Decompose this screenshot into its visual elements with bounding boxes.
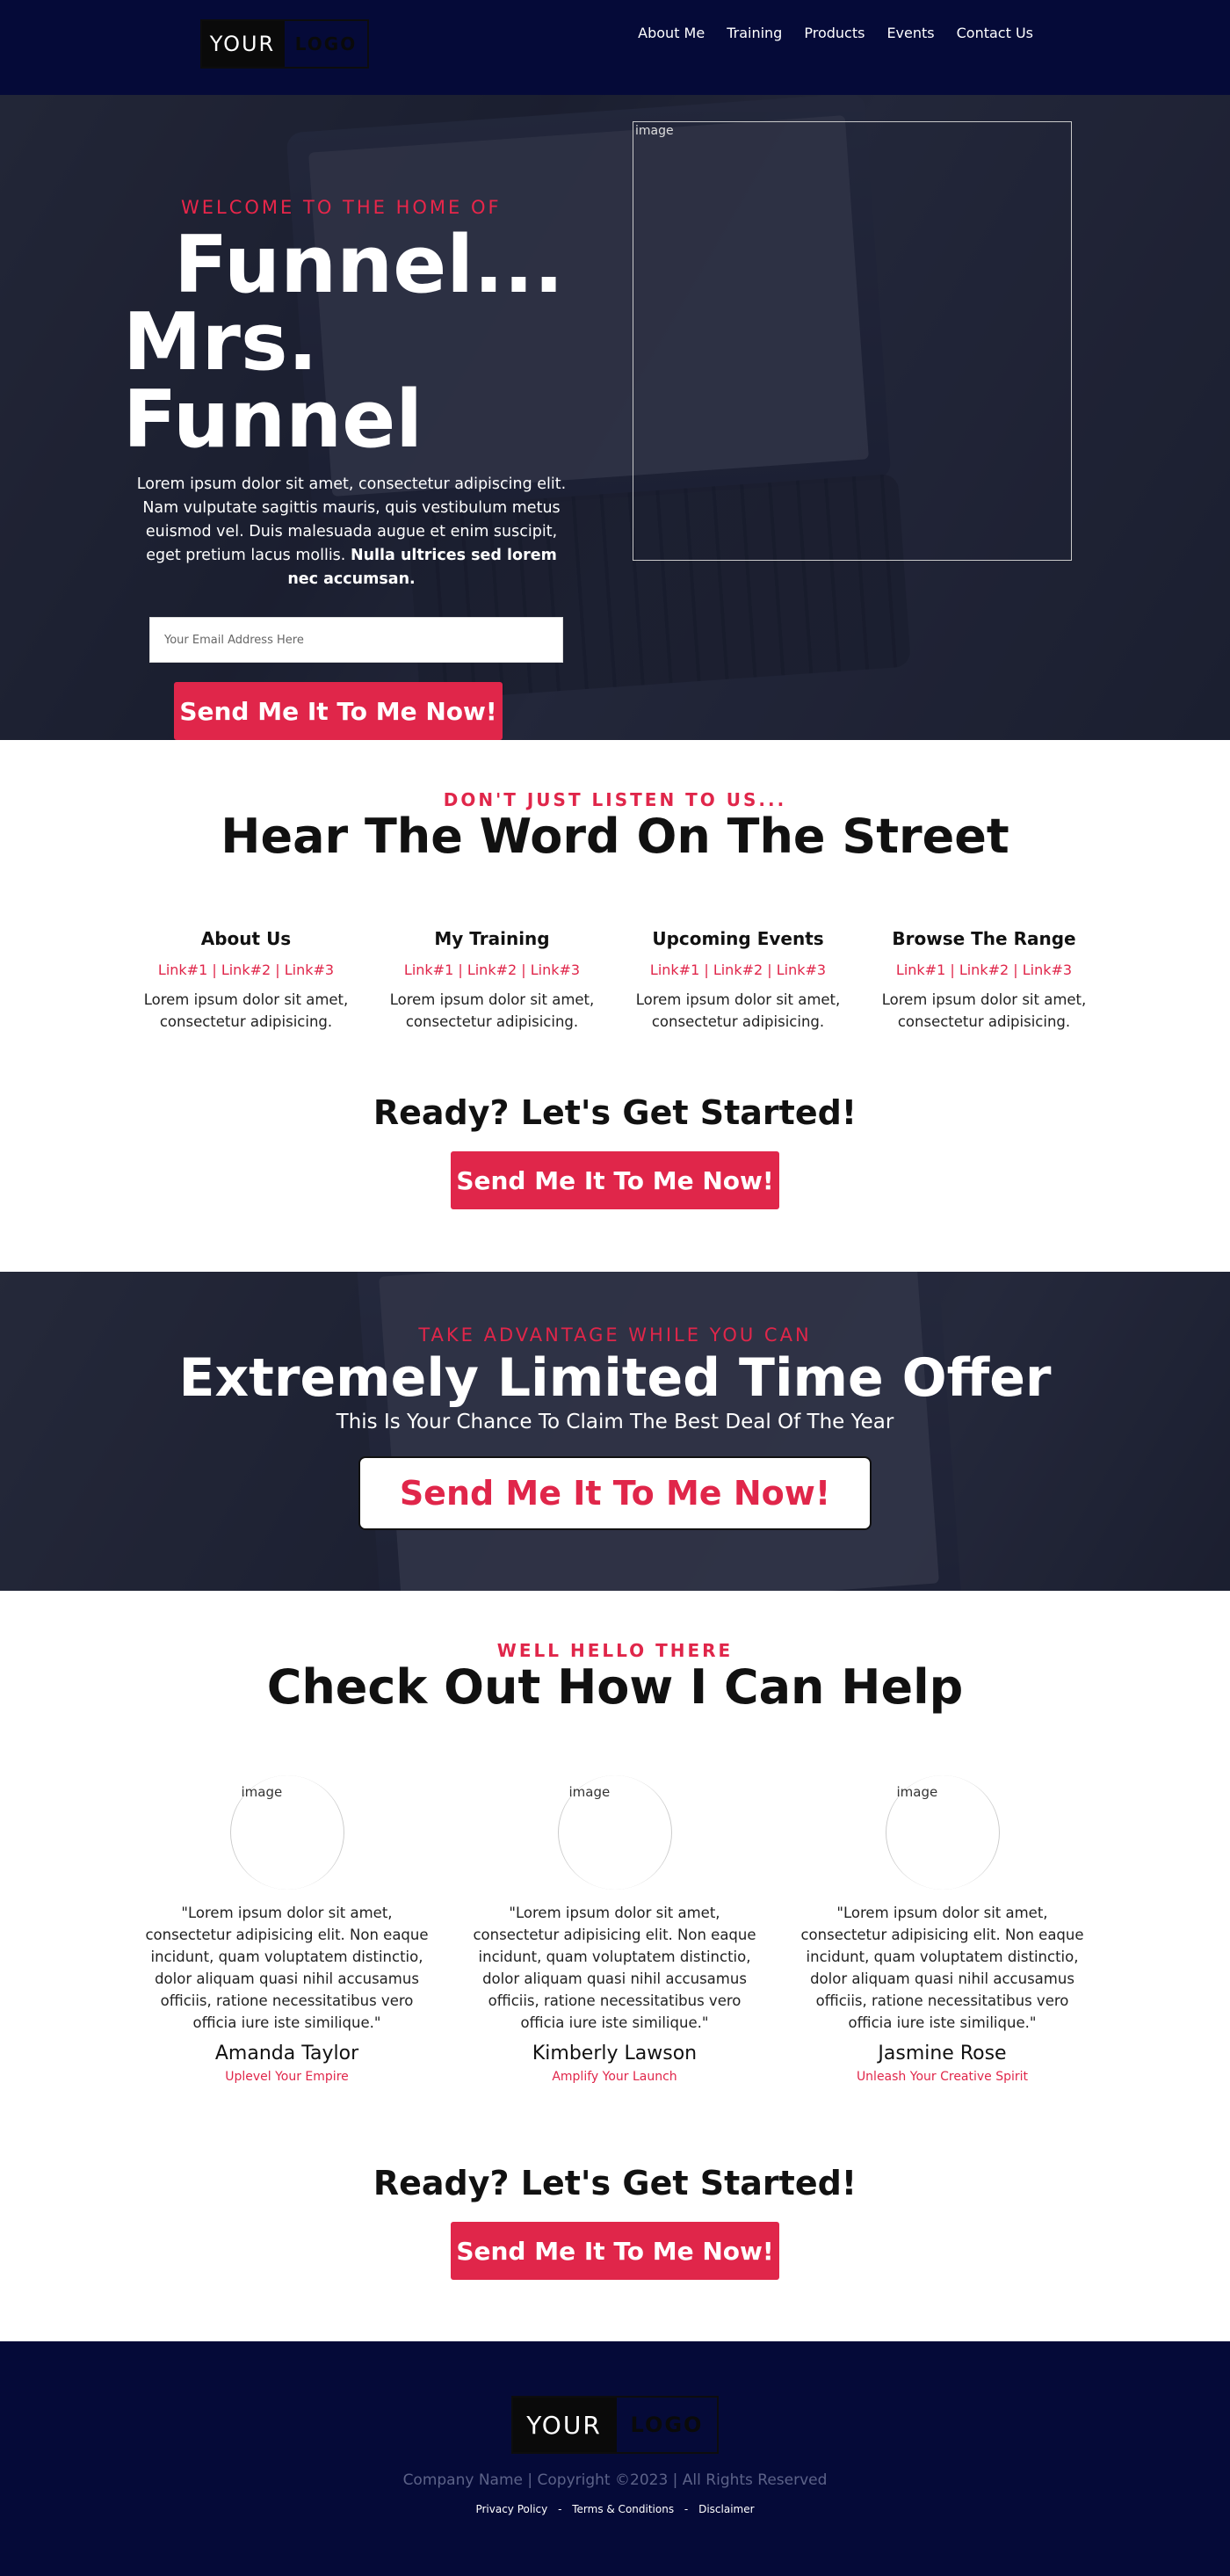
testimonial-avatar: image <box>885 1775 1000 1890</box>
testimonial-columns: image "Lorem ipsum dolor sit amet, conse… <box>123 1775 1107 2084</box>
feature-title: Upcoming Events <box>652 928 824 949</box>
feature-columns: About Us Link#1 | Link#2 | Link#3 Lorem … <box>123 928 1107 1033</box>
help-cta-button[interactable]: Send Me It To Me Now! <box>451 2222 779 2280</box>
testimonial-quote: "Lorem ipsum dolor sit amet, consectetur… <box>473 1905 756 2031</box>
hero-title-line2: Mrs. <box>123 296 318 388</box>
hero-section: WELCOME TO THE HOME OF Funnel... Mrs. Fu… <box>0 95 1230 740</box>
privacy-policy-link[interactable]: Privacy Policy <box>475 2503 547 2515</box>
hero-title-line3: Funnel <box>123 374 423 466</box>
hero-title: Funnel... Mrs. Funnel <box>123 219 615 466</box>
nav-link-training[interactable]: Training <box>727 25 782 41</box>
hero-tagline: WELCOME TO THE HOME OF <box>181 197 502 218</box>
footer: YOUR LOGO Company Name | Copyright ©2023… <box>0 2341 1230 2576</box>
hero-cta-button[interactable]: Send Me It To Me Now! <box>174 682 503 740</box>
top-nav: YOUR LOGO About Me Training Products Eve… <box>0 0 1230 95</box>
offer-section: TAKE ADVANTAGE WHILE YOU CAN Extremely L… <box>0 1272 1230 1591</box>
nav-link-events[interactable]: Events <box>886 25 934 41</box>
feature-text: Lorem ipsum dolor sit amet, consectetur … <box>881 991 1087 1030</box>
terms-link[interactable]: Terms & Conditions <box>572 2503 674 2515</box>
footer-separator: - <box>684 2503 689 2515</box>
page: YOUR LOGO About Me Training Products Eve… <box>0 0 1230 2576</box>
help-title: Check Out How I Can Help <box>266 1659 964 1715</box>
feature-text: Lorem ipsum dolor sit amet, consectetur … <box>389 991 595 1030</box>
street-tagline: DON'T JUST LISTEN TO US... <box>443 789 787 810</box>
feature-title: About Us <box>200 928 292 949</box>
feature-column-upcoming-events: Upcoming Events Link#1 | Link#2 | Link#3… <box>615 928 861 1033</box>
testimonial-name: Kimberly Lawson <box>532 2043 698 2064</box>
disclaimer-link[interactable]: Disclaimer <box>698 2503 754 2515</box>
testimonial-card: image "Lorem ipsum dolor sit amet, conse… <box>451 1775 778 2084</box>
testimonial-avatar: image <box>557 1775 672 1890</box>
feature-title: My Training <box>434 928 550 949</box>
nav-menu: About Me Training Products Events Contac… <box>638 25 1033 41</box>
footer-separator: - <box>558 2503 562 2515</box>
avatar-alt: image <box>241 1784 283 1800</box>
logo-text-your: YOUR <box>202 21 283 67</box>
feature-links[interactable]: Link#1 | Link#2 | Link#3 <box>861 961 1107 978</box>
feature-links[interactable]: Link#1 | Link#2 | Link#3 <box>369 961 615 978</box>
feature-column-browse-the-range: Browse The Range Link#1 | Link#2 | Link#… <box>861 928 1107 1033</box>
nav-link-about-me[interactable]: About Me <box>638 25 705 41</box>
hero-image-alt: image <box>635 124 674 138</box>
feature-text: Lorem ipsum dolor sit amet, consectetur … <box>635 991 841 1030</box>
feature-column-my-training: My Training Link#1 | Link#2 | Link#3 Lor… <box>369 928 615 1033</box>
avatar-alt: image <box>568 1784 611 1800</box>
header-logo[interactable]: YOUR LOGO <box>200 19 369 69</box>
footer-logo-text-logo: LOGO <box>615 2398 717 2452</box>
footer-legal-links: Privacy Policy - Terms & Conditions - Di… <box>0 2503 1230 2515</box>
email-input[interactable] <box>149 617 563 663</box>
footer-logo-text-your: YOUR <box>513 2398 615 2452</box>
testimonial-quote: "Lorem ipsum dolor sit amet, consectetur… <box>800 1905 1084 2031</box>
offer-tagline: TAKE ADVANTAGE WHILE YOU CAN <box>418 1324 812 1346</box>
feature-links[interactable]: Link#1 | Link#2 | Link#3 <box>615 961 861 978</box>
footer-logo[interactable]: YOUR LOGO <box>511 2396 719 2454</box>
testimonial-role: Unleash Your Creative Spirit <box>856 2070 1029 2084</box>
hero-image-placeholder: image <box>633 121 1072 561</box>
street-ready-heading: Ready? Let's Get Started! <box>373 1093 857 1132</box>
testimonial-card: image "Lorem ipsum dolor sit amet, conse… <box>778 1775 1106 2084</box>
hero-description: Lorem ipsum dolor sit amet, consectetur … <box>132 473 571 591</box>
testimonial-role: Amplify Your Launch <box>552 2070 677 2084</box>
testimonial-quote: "Lorem ipsum dolor sit amet, consectetur… <box>145 1905 429 2031</box>
offer-cta-button[interactable]: Send Me It To Me Now! <box>358 1456 872 1530</box>
street-cta-button[interactable]: Send Me It To Me Now! <box>451 1151 779 1209</box>
street-title: Hear The Word On The Street <box>221 809 1009 864</box>
help-ready-heading: Ready? Let's Get Started! <box>373 2164 857 2202</box>
help-tagline: WELL HELLO THERE <box>496 1640 734 1661</box>
avatar-alt: image <box>896 1784 938 1800</box>
feature-links[interactable]: Link#1 | Link#2 | Link#3 <box>123 961 369 978</box>
hero-title-line1: Funnel... <box>174 219 564 311</box>
testimonial-avatar: image <box>229 1775 344 1890</box>
offer-title: Extremely Limited Time Offer <box>178 1347 1052 1409</box>
logo-text-logo: LOGO <box>283 21 367 67</box>
testimonial-card: image "Lorem ipsum dolor sit amet, conse… <box>123 1775 451 2084</box>
feature-title: Browse The Range <box>892 928 1076 949</box>
testimonial-role: Uplevel Your Empire <box>225 2070 349 2084</box>
testimonial-name: Jasmine Rose <box>878 2043 1007 2064</box>
nav-link-contact-us[interactable]: Contact Us <box>957 25 1033 41</box>
feature-column-about-us: About Us Link#1 | Link#2 | Link#3 Lorem … <box>123 928 369 1033</box>
nav-link-products[interactable]: Products <box>804 25 865 41</box>
feature-text: Lorem ipsum dolor sit amet, consectetur … <box>143 991 349 1030</box>
footer-copyright: Company Name | Copyright ©2023 | All Rig… <box>402 2471 828 2489</box>
testimonial-name: Amanda Taylor <box>214 2043 359 2064</box>
offer-subtitle: This Is Your Chance To Claim The Best De… <box>336 1411 894 1433</box>
